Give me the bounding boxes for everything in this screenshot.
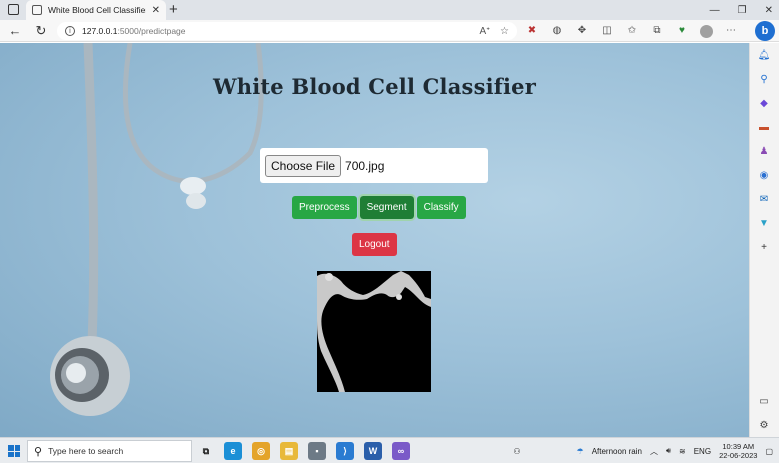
close-window-button[interactable]: ✕: [765, 5, 773, 16]
outlook-icon[interactable]: ✉: [757, 193, 771, 207]
file-upload-box: Choose File 700.jpg: [260, 148, 488, 183]
extensions-puzzle-icon[interactable]: ✥: [575, 24, 589, 38]
clock-time: 10:39 AM: [722, 442, 755, 451]
window-controls: — ❐ ✕: [710, 0, 773, 20]
weather-text[interactable]: Afternoon rain: [592, 447, 642, 456]
selected-file-name: 700.jpg: [345, 158, 385, 173]
address-bar[interactable]: i 127.0.0.1:5000/predictpage Aᐩ ☆: [57, 22, 517, 40]
vscode-icon[interactable]: ⟩: [336, 442, 354, 460]
url-host: 127.0.0.1: [82, 26, 118, 36]
clock-date: 22-06-2023: [719, 451, 758, 460]
hide-sidebar-icon[interactable]: ▭: [757, 395, 771, 409]
url-actions: Aᐩ ☆: [479, 22, 509, 40]
choose-file-button[interactable]: Choose File: [265, 154, 342, 177]
toolbar-icons: ✖ ◍ ✥ ◫ ✩ ⧉ ♥ ⋯: [525, 22, 738, 40]
page-favicon-icon: [32, 5, 42, 15]
add-sidebar-app-icon[interactable]: +: [757, 241, 771, 255]
minimize-button[interactable]: —: [710, 5, 720, 16]
taskbar-clock[interactable]: 10:39 AM 22-06-2023: [719, 442, 757, 460]
read-aloud-icon[interactable]: Aᐩ: [479, 26, 490, 37]
weather-icon[interactable]: ☂: [577, 447, 584, 456]
browser-tab[interactable]: White Blood Cell Classifier ✕: [26, 0, 166, 20]
restore-button[interactable]: ❐: [738, 5, 747, 16]
visual-studio-icon[interactable]: ∞: [392, 442, 410, 460]
new-tab-button[interactable]: +: [169, 0, 178, 20]
taskbar-search-box[interactable]: ⚲ Type here to search: [27, 440, 192, 462]
logout-button[interactable]: Logout: [352, 233, 397, 256]
language-indicator[interactable]: ENG: [694, 447, 711, 456]
sidebar-settings-gear-icon[interactable]: ⚙: [757, 419, 771, 433]
chrome-icon[interactable]: ◎: [252, 442, 270, 460]
edge-sidebar: 🔔︎ ⚲ ◆ ▬ ♟ ◉ ✉ ▼ + ▭ ⚙: [749, 43, 779, 437]
preprocess-button[interactable]: Preprocess: [292, 196, 357, 219]
profile-avatar[interactable]: [700, 24, 713, 38]
notifications-bell-icon[interactable]: 🔔︎: [757, 49, 771, 63]
edge-browser-icon[interactable]: e: [224, 442, 242, 460]
split-screen-icon[interactable]: ◫: [600, 24, 614, 38]
refresh-icon[interactable]: ↻: [33, 23, 49, 39]
windows-start-icon[interactable]: [8, 445, 20, 457]
favorites-icon[interactable]: ✩: [625, 24, 639, 38]
back-arrow-icon[interactable]: ←: [7, 23, 23, 39]
more-menu-icon[interactable]: ⋯: [724, 24, 738, 38]
segmented-cell-image: [317, 271, 431, 392]
action-buttons: Preprocess Segment Classify: [292, 194, 466, 221]
bing-copilot-icon[interactable]: b: [755, 21, 775, 41]
windows-taskbar: ⚲ Type here to search ⧉ e ◎ ▤ ▪ ⟩ W ∞ ⚇ …: [0, 437, 779, 463]
search-icon[interactable]: ⚲: [757, 73, 771, 87]
notification-center-icon[interactable]: ▢: [765, 447, 773, 456]
people-icon[interactable]: ⚇: [513, 447, 520, 456]
word-icon[interactable]: W: [364, 442, 382, 460]
site-info-icon[interactable]: i: [65, 26, 75, 36]
extension-2-icon[interactable]: ◍: [550, 24, 564, 38]
page-viewport: White Blood Cell Classifier Choose File …: [0, 43, 749, 437]
url-path: :5000/predictpage: [117, 26, 186, 36]
url-text: 127.0.0.1:5000/predictpage: [82, 26, 186, 36]
tab-strip: White Blood Cell Classifier ✕ + — ❐ ✕: [0, 0, 779, 20]
games-icon[interactable]: ♟: [757, 145, 771, 159]
taskbar-search-placeholder: Type here to search: [48, 446, 124, 456]
classify-button[interactable]: Classify: [416, 196, 466, 219]
tools-briefcase-icon[interactable]: ▬: [757, 121, 771, 135]
extension-icon[interactable]: ✖: [525, 24, 539, 38]
system-tray: ⚇ ☂ Afternoon rain ︿ 🔊︎ ≋ ENG 10:39 AM 2…: [513, 438, 779, 463]
favorite-star-icon[interactable]: ☆: [500, 26, 509, 37]
shopping-tag-icon[interactable]: ◆: [757, 97, 771, 111]
tray-chevron-icon[interactable]: ︿: [650, 446, 658, 457]
search-icon: ⚲: [34, 445, 43, 458]
network-icon[interactable]: ≋: [679, 447, 686, 456]
microsoft-365-icon[interactable]: ◉: [757, 169, 771, 183]
app-icon[interactable]: ▪: [308, 442, 326, 460]
browser-essentials-icon[interactable]: ♥: [675, 24, 689, 38]
tab-close-icon[interactable]: ✕: [152, 5, 160, 16]
tab-title: White Blood Cell Classifier: [48, 5, 146, 15]
segment-button[interactable]: Segment: [357, 194, 416, 221]
tab-actions-icon[interactable]: [8, 4, 19, 15]
collections-icon[interactable]: ⧉: [650, 24, 664, 38]
page-title: White Blood Cell Classifier: [212, 74, 537, 99]
task-view-icon[interactable]: ⧉: [197, 442, 215, 460]
drop-icon[interactable]: ▼: [757, 217, 771, 231]
file-explorer-icon[interactable]: ▤: [280, 442, 298, 460]
volume-icon[interactable]: 🔊︎: [666, 446, 671, 456]
address-toolbar: ← ↻ i 127.0.0.1:5000/predictpage Aᐩ ☆ ✖ …: [0, 20, 779, 42]
